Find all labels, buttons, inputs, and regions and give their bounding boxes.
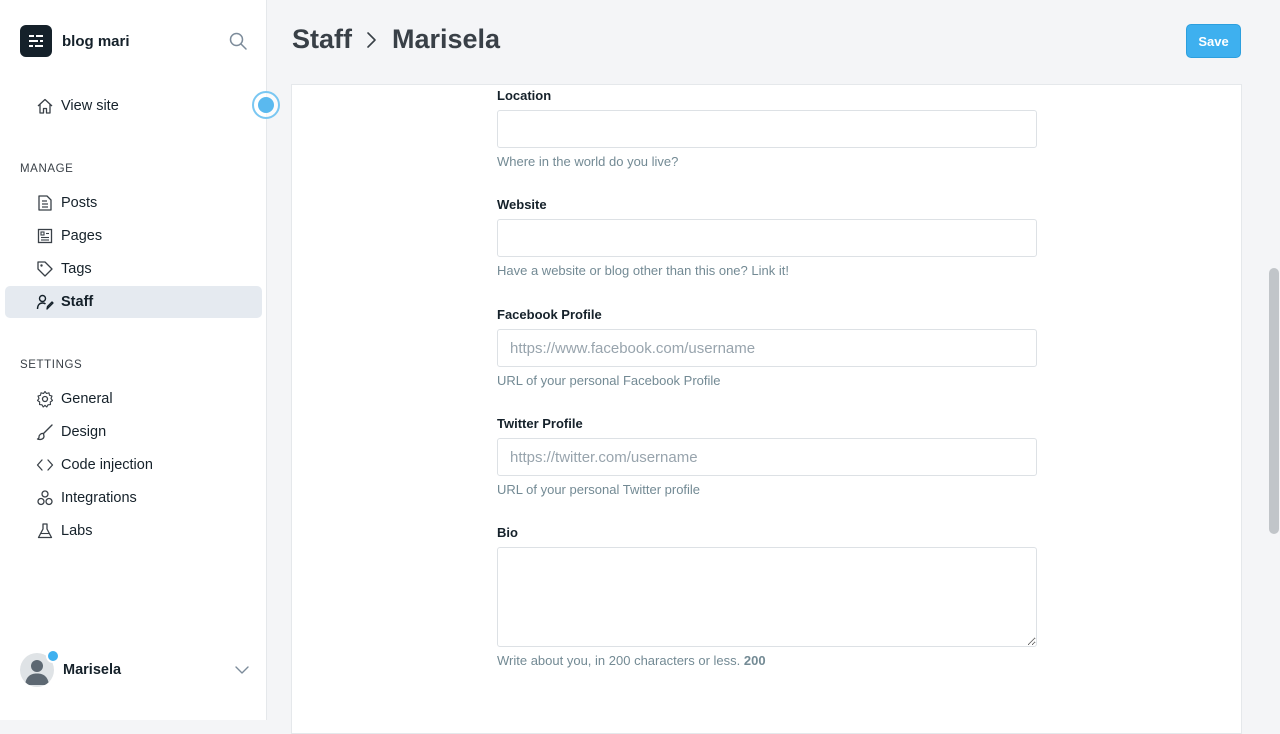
sidebar-item-label: Integrations	[61, 490, 137, 506]
website-hint: Have a website or blog other than this o…	[497, 263, 789, 278]
integrations-icon	[37, 490, 53, 506]
sidebar-item-label: Code injection	[61, 457, 153, 473]
website-label: Website	[497, 197, 547, 212]
sidebar-item-label: Posts	[61, 195, 98, 211]
gear-icon	[36, 390, 54, 408]
chevron-down-icon	[235, 666, 249, 674]
sidebar-item-view-site[interactable]: View site	[5, 90, 262, 122]
scrollbar-thumb[interactable]	[1269, 268, 1279, 534]
sidebar-item-label: Labs	[61, 523, 93, 539]
tag-icon	[37, 261, 53, 277]
page-title: Marisela	[392, 24, 501, 54]
sidebar: blog mari View site MANAGE Posts Pages T…	[0, 0, 267, 720]
brand[interactable]: blog mari	[20, 25, 130, 57]
sidebar-item-label: View site	[61, 98, 119, 114]
sidebar-item-labs[interactable]: Labs	[5, 515, 262, 547]
website-input[interactable]	[497, 219, 1037, 257]
user-menu[interactable]: Marisela	[20, 649, 250, 688]
breadcrumb-staff-link[interactable]: Staff	[292, 24, 352, 55]
code-icon	[36, 459, 54, 471]
cursor-indicator	[252, 91, 280, 119]
ghost-logo-icon	[20, 25, 52, 57]
twitter-hint: URL of your personal Twitter profile	[497, 482, 701, 497]
twitter-label: Twitter Profile	[497, 416, 583, 431]
search-icon[interactable]	[228, 31, 248, 51]
sidebar-item-tags[interactable]: Tags	[5, 253, 262, 285]
bio-hint-text: Write about you, in 200 characters or le…	[497, 653, 741, 668]
site-title: blog mari	[62, 32, 130, 50]
user-name: Marisela	[63, 662, 122, 678]
pages-icon	[37, 228, 53, 244]
breadcrumb: Staff Marisela	[292, 24, 500, 55]
sidebar-item-label: Design	[61, 424, 107, 440]
bio-textarea[interactable]	[497, 547, 1037, 647]
sidebar-item-general[interactable]: General	[5, 383, 262, 415]
location-input[interactable]	[497, 110, 1037, 148]
bio-hint: Write about you, in 200 characters or le…	[497, 653, 766, 668]
sidebar-item-integrations[interactable]: Integrations	[5, 482, 262, 514]
location-label: Location	[497, 88, 552, 103]
sidebar-item-label: Staff	[61, 294, 94, 310]
flask-icon	[37, 523, 53, 539]
sidebar-item-staff[interactable]: Staff	[5, 286, 262, 318]
bio-char-count: 200	[743, 653, 766, 668]
notification-dot	[46, 649, 60, 663]
manage-section-title: MANAGE	[20, 163, 74, 175]
sidebar-item-label: Tags	[61, 261, 92, 277]
sidebar-item-code-injection[interactable]: Code injection	[5, 449, 262, 481]
twitter-input[interactable]	[497, 438, 1037, 476]
chevron-right-icon	[367, 31, 376, 48]
save-button[interactable]: Save	[1186, 24, 1241, 58]
sidebar-item-label: Pages	[61, 228, 103, 244]
bio-label: Bio	[497, 525, 518, 540]
brush-icon	[36, 424, 53, 441]
home-icon	[37, 98, 53, 114]
facebook-label: Facebook Profile	[497, 307, 602, 322]
facebook-hint: URL of your personal Facebook Profile	[497, 373, 721, 388]
sidebar-item-label: General	[61, 391, 113, 407]
settings-section-title: SETTINGS	[20, 359, 83, 371]
posts-icon	[38, 195, 52, 211]
sidebar-item-posts[interactable]: Posts	[5, 187, 262, 219]
location-hint: Where in the world do you live?	[497, 154, 679, 169]
staff-icon	[36, 294, 54, 310]
sidebar-item-design[interactable]: Design	[5, 416, 262, 448]
sidebar-item-pages[interactable]: Pages	[5, 220, 262, 252]
facebook-input[interactable]	[497, 329, 1037, 367]
